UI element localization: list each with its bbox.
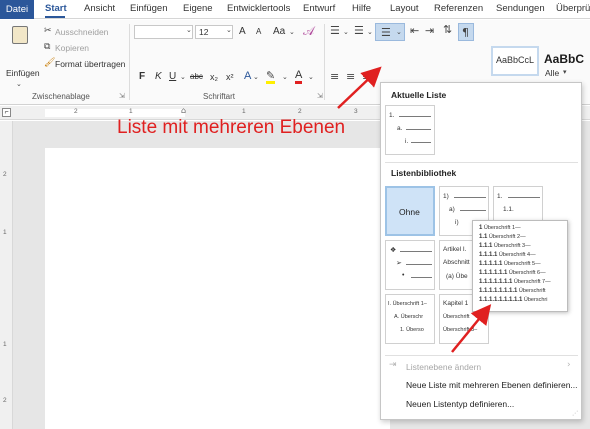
annotation-arrow-2 <box>451 304 492 353</box>
arrow-to-preview <box>451 304 492 353</box>
